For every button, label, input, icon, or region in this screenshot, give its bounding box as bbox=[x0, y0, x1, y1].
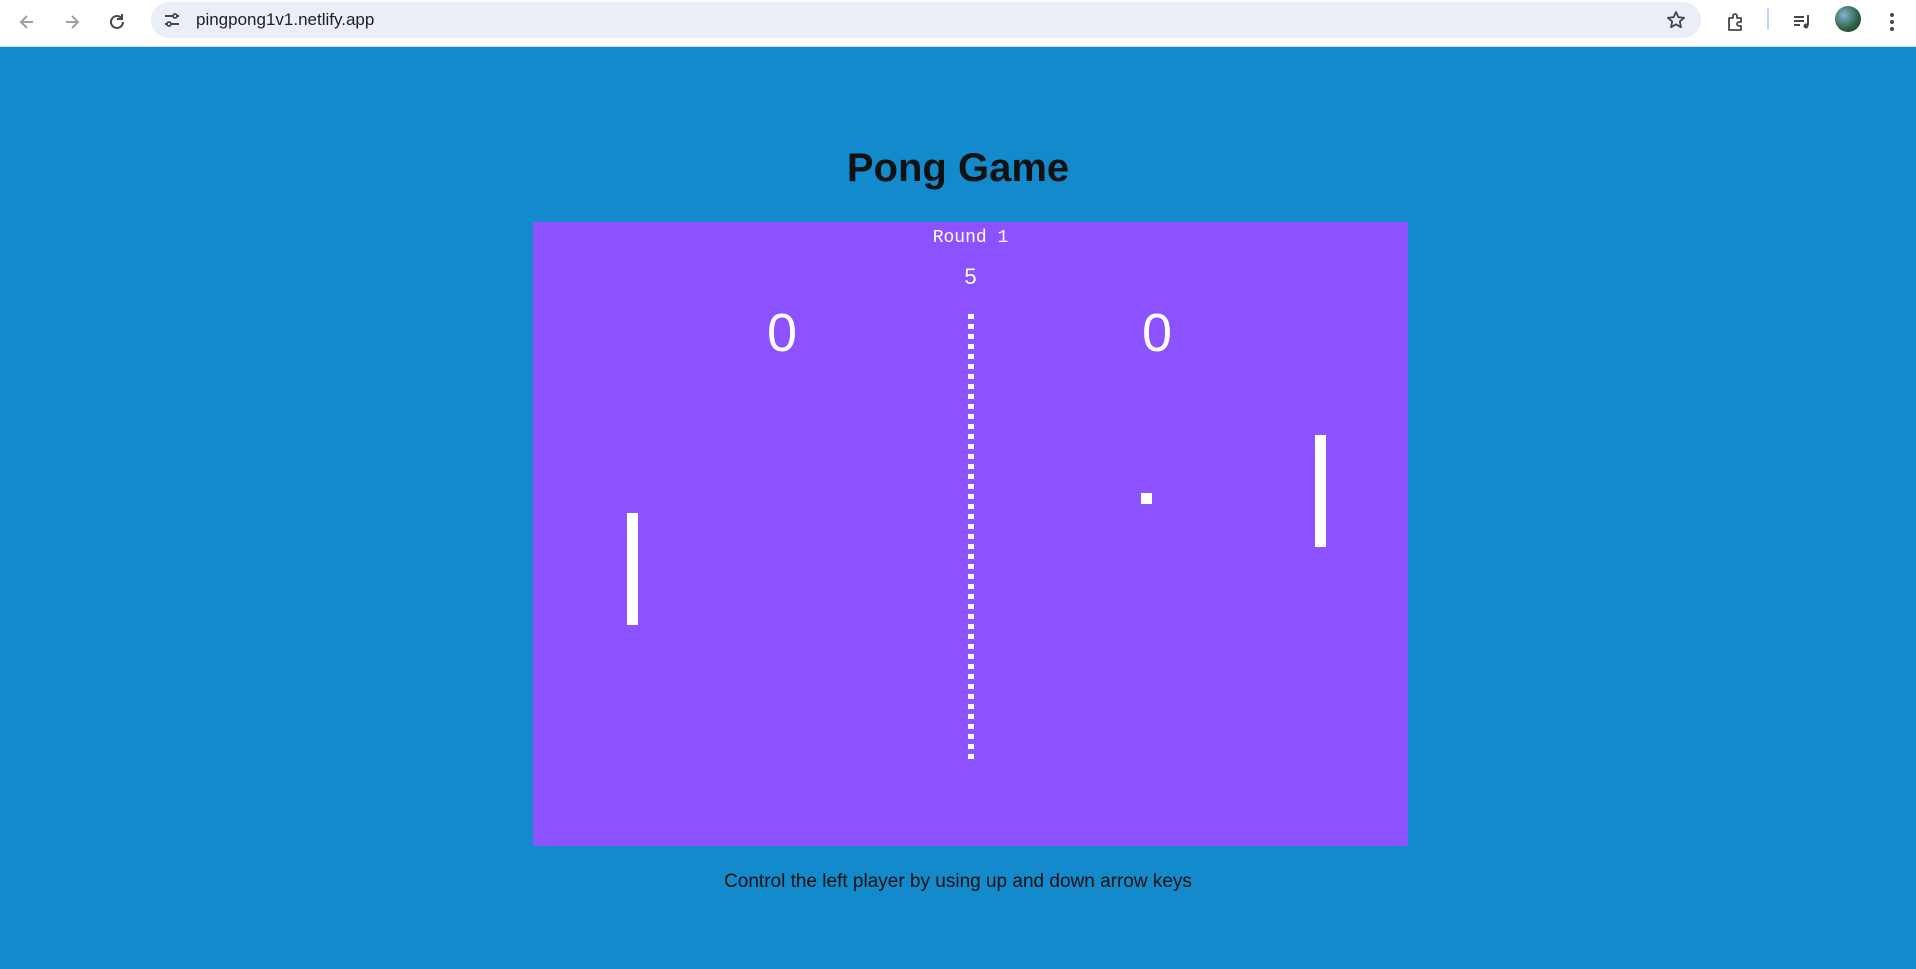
browser-toolbar: pingpong1v1.netlify.app bbox=[0, 0, 1916, 47]
extensions-icon[interactable] bbox=[1719, 5, 1753, 39]
toolbar-divider bbox=[1767, 8, 1769, 30]
reload-button[interactable] bbox=[100, 5, 134, 39]
ball bbox=[1141, 493, 1152, 504]
instructions-text: Control the left player by using up and … bbox=[724, 871, 1192, 892]
center-net bbox=[968, 314, 974, 762]
reload-icon bbox=[110, 14, 124, 29]
forward-button[interactable] bbox=[55, 5, 89, 39]
star-icon[interactable] bbox=[1663, 7, 1689, 33]
back-button[interactable] bbox=[10, 5, 44, 39]
url-text[interactable]: pingpong1v1.netlify.app bbox=[196, 2, 374, 38]
forward-arrow-icon bbox=[66, 15, 80, 29]
page-title: Pong Game bbox=[846, 146, 1070, 190]
media-control-icon[interactable] bbox=[1785, 5, 1819, 39]
more-menu-icon[interactable] bbox=[1875, 5, 1909, 39]
right-player-score: 0 bbox=[1141, 303, 1173, 363]
site-info-icon[interactable] bbox=[159, 7, 185, 33]
countdown-timer: 5 bbox=[964, 264, 977, 289]
left-player-score: 0 bbox=[766, 303, 798, 363]
back-arrow-icon bbox=[19, 15, 33, 29]
profile-avatar[interactable] bbox=[1835, 6, 1861, 32]
game-canvas[interactable]: Round 1 5 0 0 bbox=[533, 222, 1408, 846]
round-label: Round 1 bbox=[932, 228, 1009, 248]
right-paddle bbox=[1315, 435, 1326, 547]
address-bar[interactable]: pingpong1v1.netlify.app bbox=[151, 2, 1701, 38]
left-paddle bbox=[627, 513, 638, 625]
